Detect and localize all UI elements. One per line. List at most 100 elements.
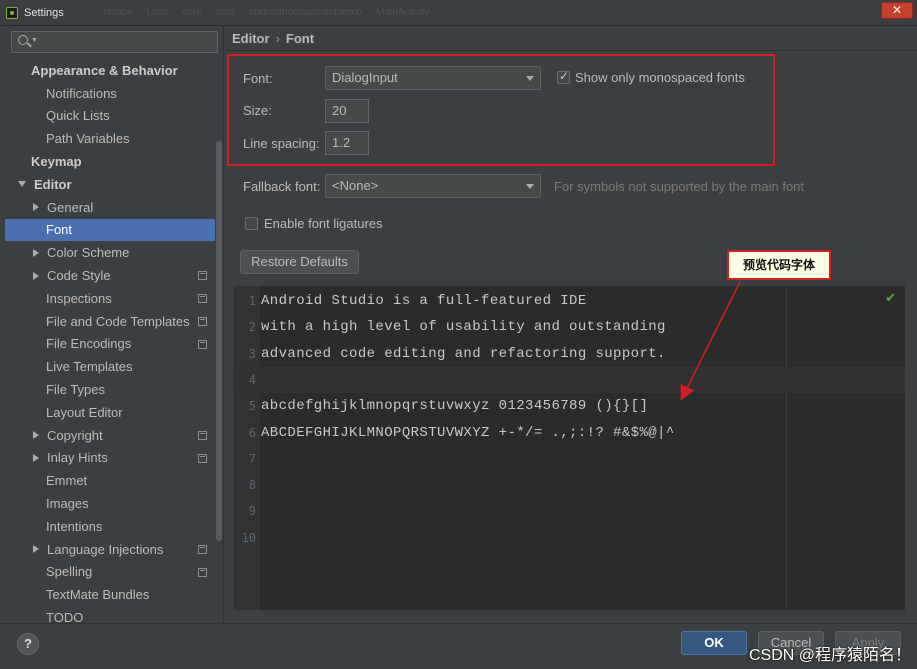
sidebar-item-label: Inlay Hints xyxy=(47,450,108,466)
sidebar-item-live-templates[interactable]: Live Templates xyxy=(5,355,215,378)
preview-line: 2 with a high level of usability and outs… xyxy=(234,314,905,340)
line-number: 6 xyxy=(248,425,256,440)
breadcrumb: Editor › Font xyxy=(232,31,314,46)
line-number: 7 xyxy=(248,451,256,466)
sidebar-item-label: Appearance & Behavior xyxy=(31,62,178,78)
code-text: abcdefghijklmnopqrstuvwxyz 0123456789 ()… xyxy=(261,398,649,415)
sidebar-item-label: Images xyxy=(46,496,89,512)
font-select[interactable]: DialogInput xyxy=(325,66,541,90)
settings-sidebar: ▼ Appearance & Behavior Notifications Quic… xyxy=(0,26,224,625)
font-label: Font: xyxy=(243,71,273,86)
sidebar-item-file-encodings[interactable]: File Encodings xyxy=(5,333,215,356)
expand-right-icon[interactable] xyxy=(33,248,39,257)
line-number: 4 xyxy=(248,372,256,387)
sidebar-item-label: Code Style xyxy=(47,268,111,284)
font-preview-editor[interactable]: 1 Android Studio is a full-featured IDE 2 w… xyxy=(234,286,905,610)
breadcrumb-parent[interactable]: Editor xyxy=(232,31,270,46)
sidebar-item-label: Spelling xyxy=(46,564,93,580)
settings-content: Editor › Font Font: DialogInput Show onl… xyxy=(225,26,917,623)
line-spacing-label: Line spacing: xyxy=(243,136,320,151)
sidebar-item-inspections[interactable]: Inspections xyxy=(5,287,215,310)
preview-line: 9 xyxy=(234,498,905,524)
sidebar-item-path-variables[interactable]: Path Variables xyxy=(5,127,215,150)
expand-down-icon[interactable] xyxy=(18,181,26,188)
line-spacing-input[interactable]: 1.2 xyxy=(325,131,369,155)
dialog-footer: ? OK Cancel Apply CSDN @程序猿陌名！ xyxy=(0,623,917,669)
sidebar-item-label: Inspections xyxy=(46,290,112,306)
preview-line: 1 Android Studio is a full-featured IDE xyxy=(234,288,905,314)
sidebar-item-keymap[interactable]: Keymap xyxy=(5,150,215,173)
sidebar-item-code-style[interactable]: Code Style xyxy=(5,264,215,287)
line-number: 3 xyxy=(248,346,256,361)
fallback-font-select[interactable]: <None> xyxy=(325,174,541,198)
sidebar-item-file-and-code-templates[interactable]: File and Code Templates xyxy=(5,310,215,333)
fallback-font-label: Fallback font: xyxy=(243,179,321,194)
sidebar-item-label: Emmet xyxy=(46,473,88,489)
sidebar-item-spelling[interactable]: Spelling xyxy=(5,561,215,584)
line-number: 9 xyxy=(248,504,256,519)
line-number: 2 xyxy=(248,320,256,335)
sidebar-item-emmet[interactable]: Emmet xyxy=(5,469,215,492)
expand-right-icon[interactable] xyxy=(33,431,39,440)
help-button[interactable]: ? xyxy=(17,633,39,655)
sidebar-item-editor[interactable]: Editor xyxy=(5,173,215,196)
sidebar-item-font[interactable]: Font xyxy=(5,218,215,242)
sidebar-item-textmate-bundles[interactable]: TextMate Bundles xyxy=(5,583,215,606)
preview-line: 6 ABCDEFGHIJKLMNOPQRSTUVWXYZ +-*/= .,;:!?… xyxy=(234,420,905,446)
sidebar-item-language-injections[interactable]: Language Injections xyxy=(5,538,215,561)
monospaced-label: Show only monospaced fonts xyxy=(575,70,745,85)
divider xyxy=(225,50,917,51)
project-scope-icon xyxy=(198,316,207,326)
monospaced-checkbox[interactable] xyxy=(557,69,570,84)
breadcrumb-current: Font xyxy=(285,31,315,46)
sidebar-scrollbar[interactable] xyxy=(216,141,222,541)
sidebar-item-intentions[interactable]: Intentions xyxy=(5,515,215,538)
preview-line: 8 xyxy=(234,472,905,498)
fallback-hint: For symbols not supported by the main fo… xyxy=(554,179,805,194)
expand-right-icon[interactable] xyxy=(33,203,39,212)
sidebar-item-file-types[interactable]: File Types xyxy=(5,378,215,401)
close-button[interactable]: ✕ xyxy=(881,2,913,19)
fallback-font-value: <None> xyxy=(332,178,379,193)
sidebar-item-layout-editor[interactable]: Layout Editor xyxy=(5,401,215,424)
sidebar-item-appearance-behavior[interactable]: Appearance & Behavior xyxy=(5,59,215,82)
sidebar-item-general[interactable]: General xyxy=(5,196,215,219)
ok-button[interactable]: OK xyxy=(681,631,747,655)
chevron-down-icon xyxy=(526,184,534,189)
size-input[interactable]: 20 xyxy=(325,99,369,123)
ligatures-checkbox[interactable] xyxy=(245,217,258,230)
code-text: Android Studio is a full-featured IDE xyxy=(261,293,587,309)
annotation-callout: 预览代码字体 xyxy=(727,250,831,280)
expand-right-icon[interactable] xyxy=(33,545,39,554)
project-scope-icon xyxy=(198,453,207,463)
project-scope-icon xyxy=(198,544,207,554)
breadcrumb-separator: › xyxy=(275,31,280,46)
expand-right-icon[interactable] xyxy=(33,271,39,280)
line-number: 5 xyxy=(248,399,256,414)
sidebar-item-color-scheme[interactable]: Color Scheme xyxy=(5,241,215,264)
restore-defaults-button[interactable]: Restore Defaults xyxy=(240,250,359,274)
sidebar-item-images[interactable]: Images xyxy=(5,492,215,515)
blurred-tab: Lsoa xyxy=(146,7,169,18)
expand-right-icon[interactable] xyxy=(33,453,39,462)
code-text: advanced code editing and refactoring su… xyxy=(261,345,666,362)
project-scope-icon xyxy=(198,430,207,440)
sidebar-item-copyright[interactable]: Copyright xyxy=(5,424,215,447)
watermark: CSDN @程序猿陌名！ xyxy=(748,647,911,664)
preview-line: 5 abcdefghijklmnopqrstuvwxyz 0123456789 (… xyxy=(234,393,905,419)
blurred-tab: androidhcomponentdemo xyxy=(248,7,363,18)
preview-line: 4 xyxy=(234,366,905,393)
sidebar-item-quick-lists[interactable]: Quick Lists xyxy=(5,105,215,128)
sidebar-item-label: Layout Editor xyxy=(46,404,123,420)
sidebar-item-label: File Encodings xyxy=(46,336,132,352)
sidebar-item-inlay-hints[interactable]: Inlay Hints xyxy=(5,447,215,470)
sidebar-item-label: Editor xyxy=(34,176,72,192)
project-scope-icon xyxy=(198,567,207,577)
search-input[interactable]: ▼ xyxy=(11,31,218,53)
sidebar-item-label: Keymap xyxy=(31,154,82,170)
blurred-tab: ttest xyxy=(215,7,235,18)
sidebar-item-notifications[interactable]: Notifications xyxy=(5,82,215,105)
window-title: Settings xyxy=(24,6,64,19)
blurred-tab: hlsaps xyxy=(103,7,133,18)
sidebar-item-label: Notifications xyxy=(46,85,117,101)
